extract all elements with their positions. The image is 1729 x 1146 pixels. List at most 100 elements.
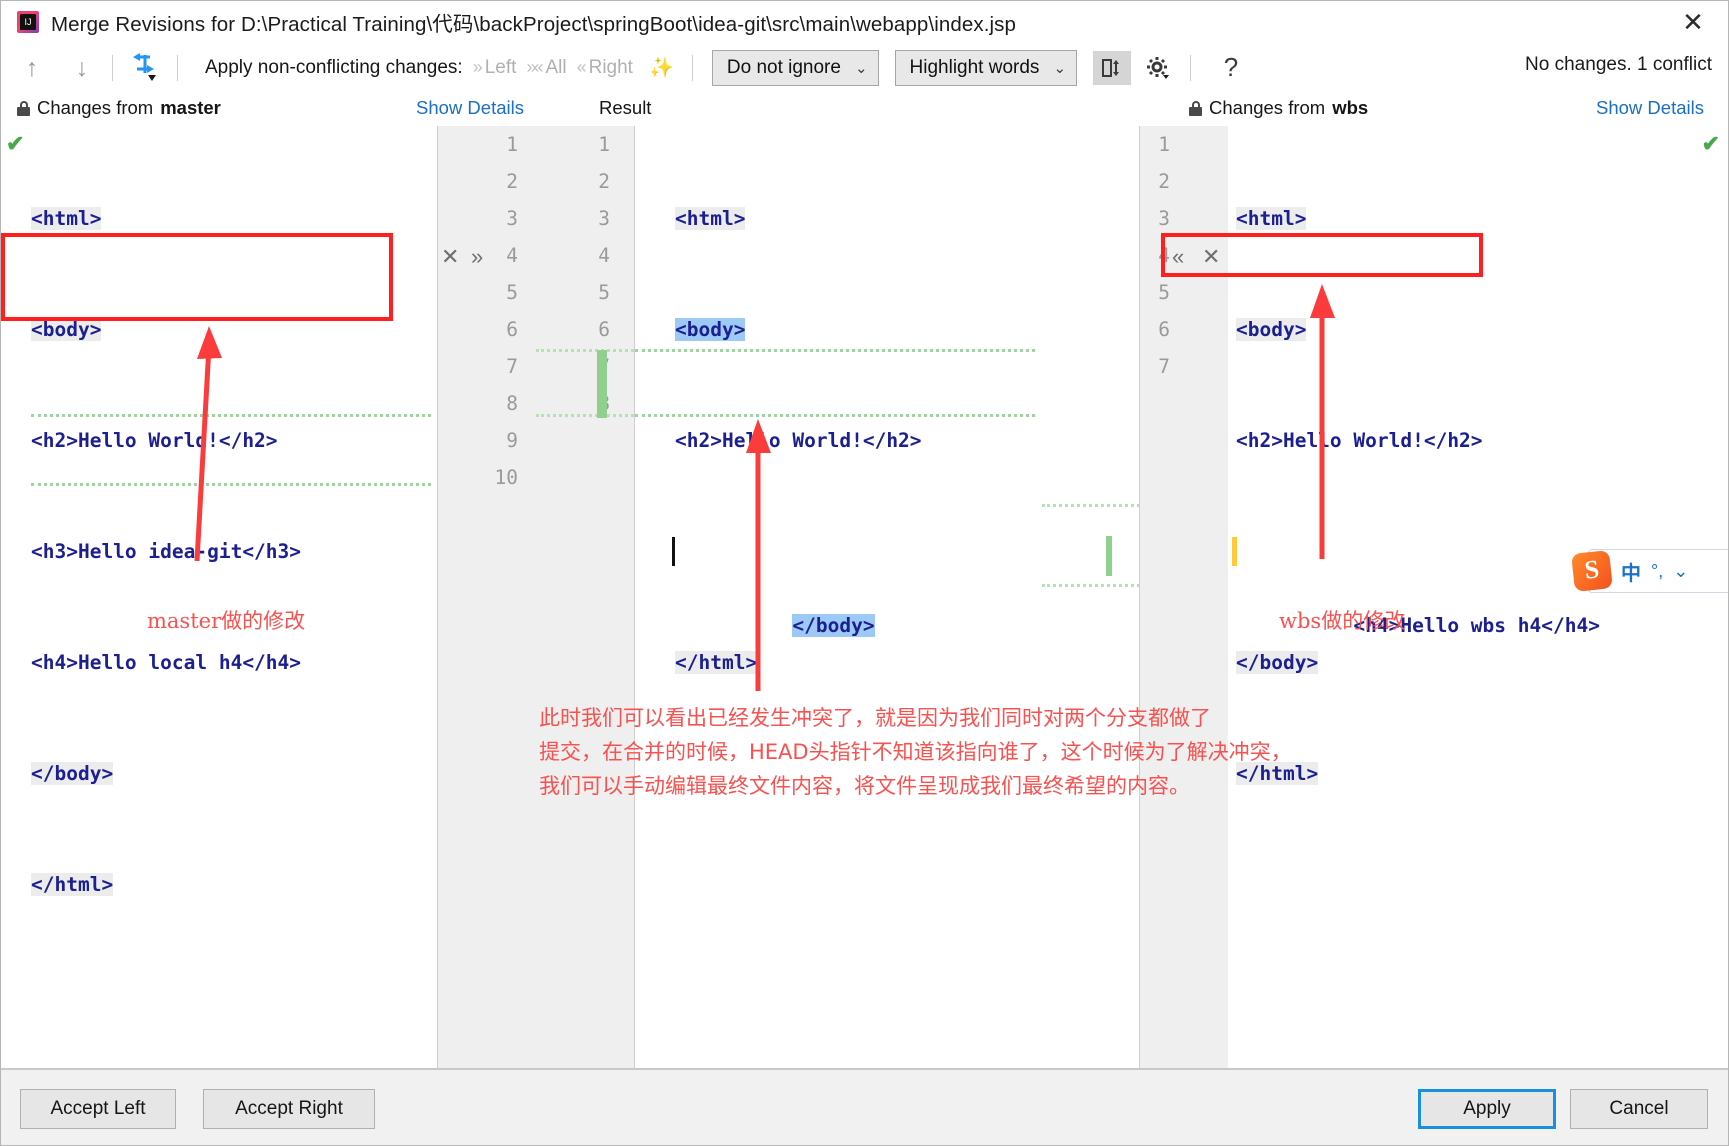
result-panel-title: Result	[599, 97, 652, 118]
apply-left-label: Left	[484, 56, 517, 78]
result-line-3: </body>	[792, 614, 875, 637]
num-l-7: 8	[506, 392, 518, 415]
revert-conflict-icon[interactable]: ✕	[441, 238, 459, 275]
code-line: <h3>Hello idea-git</h3>	[31, 533, 437, 570]
apply-left-button[interactable]: » Left	[473, 57, 517, 79]
right-added-bar	[1106, 536, 1112, 576]
result-editor-pane[interactable]: <html> <body> <h2>Hello World!</h2> </bo…	[635, 126, 1140, 1071]
close-icon[interactable]: ✕	[1672, 7, 1714, 37]
num-l-9: 10	[494, 466, 518, 489]
sogou-ime-widget[interactable]: S 中 °, ⌄	[1571, 549, 1728, 593]
ignore-policy-select[interactable]: Do not ignore ⌄	[711, 49, 879, 86]
merge-revisions-dialog: IJ Merge Revisions for D:\Practical Trai…	[0, 0, 1729, 1146]
right-title-prefix: Changes from	[1209, 97, 1326, 118]
gear-icon[interactable]	[1139, 51, 1177, 85]
left-show-details-link[interactable]: Show Details	[416, 97, 524, 119]
apply-all-button[interactable]: »« All	[526, 57, 566, 79]
left-added-region-top	[31, 414, 431, 417]
cancel-button[interactable]: Cancel	[1570, 1089, 1708, 1129]
toolbar-divider-2	[177, 54, 178, 81]
right-line-number-column: 1 2 3 4 5 6 7 « ✕	[1140, 126, 1228, 1071]
apply-right-label: Right	[588, 56, 633, 78]
result-line-4: </html>	[675, 651, 758, 674]
code-line: <h2>Hello World!</h2>	[675, 422, 1140, 459]
highlight-policy-select[interactable]: Highlight words ⌄	[894, 49, 1078, 86]
num-rr-2: 3	[1158, 207, 1170, 230]
accept-right-chevron-icon[interactable]: «	[1172, 238, 1184, 275]
lock-icon	[1189, 100, 1202, 116]
accept-left-button[interactable]: Accept Left	[20, 1089, 176, 1129]
right-added-top-dotted	[1042, 504, 1140, 507]
toolbar-divider-3	[691, 54, 693, 81]
accept-left-chevron-icon[interactable]: »	[471, 238, 483, 275]
code-line: <body>	[1236, 311, 1728, 348]
code-line: <h4>Hello local h4</h4>	[31, 644, 437, 681]
apply-button[interactable]: Apply	[1418, 1089, 1556, 1129]
note-line-3: 我们可以手动编辑最终文件内容，将文件呈现成我们最终希望的内容。	[539, 774, 1190, 798]
code-line: <html>	[675, 200, 1140, 237]
code-line: </html>	[1236, 755, 1728, 792]
accept-right-button[interactable]: Accept Right	[203, 1089, 375, 1129]
toolbar-divider-4	[1190, 54, 1192, 81]
num-l-5: 6	[506, 318, 518, 341]
num-rr-6: 7	[1158, 355, 1170, 378]
num-l-4: 5	[506, 281, 518, 304]
ime-more-icon[interactable]: ⌄	[1673, 561, 1688, 582]
next-difference-button[interactable]: ↓	[65, 51, 99, 85]
code-line: </html>	[675, 644, 1140, 681]
num-l-1: 2	[506, 170, 518, 193]
left-title-branch: master	[160, 97, 221, 118]
code-line: </body>	[1236, 644, 1728, 681]
right-change-caret	[1232, 537, 1237, 566]
right-line-2: <h2>Hello World!</h2>	[1236, 429, 1483, 452]
window-title: Merge Revisions for D:\Practical Trainin…	[51, 12, 1017, 36]
previous-difference-button[interactable]: ↑	[15, 51, 49, 85]
left-line-2: <h2>Hello World!</h2>	[31, 429, 278, 452]
result-line-1: <body>	[675, 318, 746, 341]
num-l-2: 3	[506, 207, 518, 230]
code-line: <h2>Hello World!</h2>	[31, 422, 437, 459]
chevron-down-icon: ⌄	[1053, 59, 1067, 77]
question-mark-icon[interactable]: ?	[1212, 51, 1250, 85]
num-r-6: 7	[536, 348, 634, 385]
ignore-policy-value: Do not ignore	[726, 56, 841, 78]
apply-non-conflicting-icon[interactable]	[128, 52, 164, 83]
ime-punctuation-mode[interactable]: °,	[1651, 561, 1663, 582]
left-line-1: <body>	[31, 318, 102, 341]
result-added-bottom-dotted	[536, 414, 634, 417]
accepted-check-icon: ✔	[6, 131, 25, 156]
result-line-2: <h2>Hello World!</h2>	[675, 429, 922, 452]
right-show-details-link[interactable]: Show Details	[1596, 97, 1704, 119]
chevron-double-right-icon: »	[472, 57, 483, 77]
left-panel-title: Changes from master	[17, 97, 221, 119]
revert-conflict-icon-right[interactable]: ✕	[1202, 238, 1220, 275]
left-line-4: <h4>Hello local h4</h4>	[31, 651, 302, 674]
lock-icon	[17, 100, 30, 116]
apply-all-label: All	[545, 56, 567, 78]
result-added-top-dotted	[536, 349, 634, 352]
right-editor-pane[interactable]: ✔ <html> <body> <h2>Hello World!</h2> <h…	[1228, 126, 1728, 1071]
editor-layout-icon[interactable]	[1093, 50, 1132, 85]
intellij-idea-icon: IJ	[17, 10, 39, 33]
editor-area: ✔ <html> <body> <h2>Hello World!</h2> <h…	[1, 126, 1728, 1071]
left-line-6: </html>	[31, 873, 114, 896]
text-caret	[672, 537, 675, 566]
left-editor-pane[interactable]: ✔ <html> <body> <h2>Hello World!</h2> <h…	[1, 126, 437, 1071]
panel-headers: Changes from master Show Details Result …	[1, 94, 1728, 126]
toolbar: ↑ ↓ Apply non-conflicting changes: » Lef…	[1, 42, 1728, 94]
right-title-branch: wbs	[1332, 97, 1369, 118]
num-r-2: 3	[598, 207, 610, 230]
apply-right-button[interactable]: « Right	[577, 57, 633, 79]
num-r-5: 6	[598, 318, 610, 341]
toolbar-divider	[112, 54, 113, 81]
result-line-0: <html>	[675, 207, 746, 230]
num-l-6: 7	[506, 355, 518, 378]
note-line-1: 此时我们可以看出已经发生冲突了，就是因为我们同时对两个分支都做了	[539, 706, 1211, 730]
num-l-8: 9	[506, 429, 518, 452]
result-left-line-number-column: 1 2 3 4 5 6 7 8	[536, 126, 634, 1071]
ime-language-mode[interactable]: 中	[1621, 557, 1641, 586]
magic-wand-icon[interactable]: ✨	[649, 55, 674, 80]
num-r-1: 2	[598, 170, 610, 193]
left-code-block: <html> <body> <h2>Hello World!</h2> <h3>…	[31, 126, 437, 977]
num-l-0: 1	[506, 133, 518, 156]
